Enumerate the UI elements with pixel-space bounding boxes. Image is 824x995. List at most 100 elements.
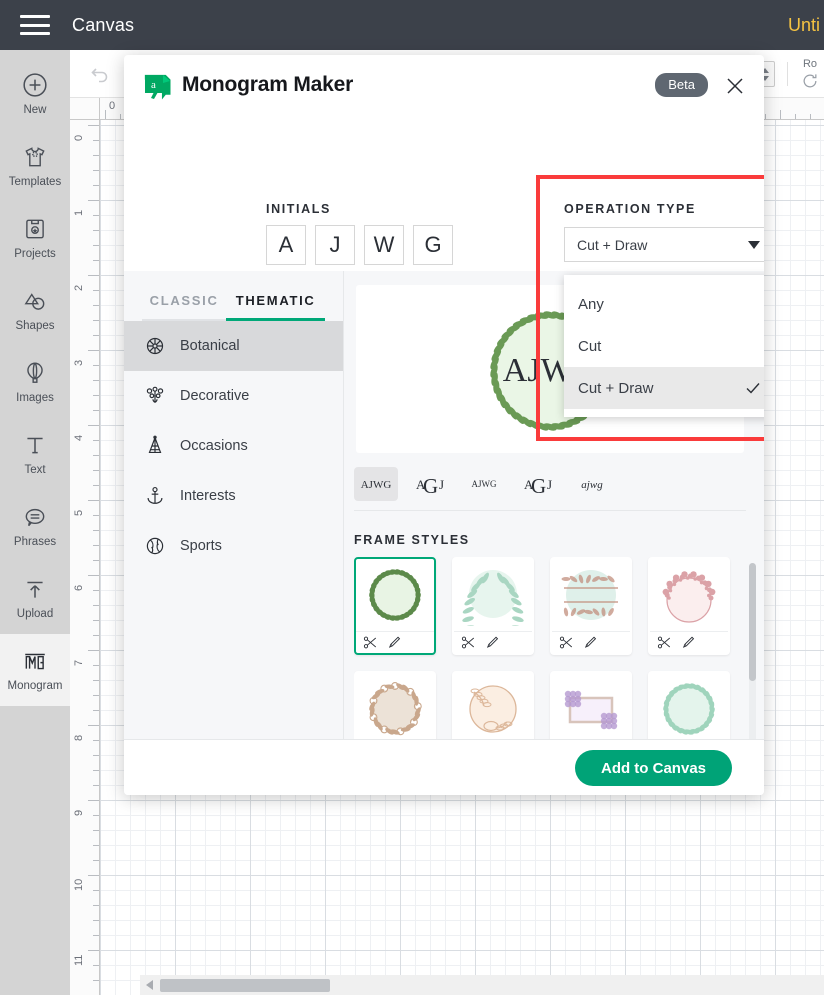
ruler-v-tick bbox=[93, 245, 99, 246]
initials-label: INITIALS bbox=[266, 202, 331, 216]
scissors-icon[interactable] bbox=[657, 635, 672, 650]
tshirt-icon bbox=[25, 147, 45, 167]
initial-input-3[interactable]: W bbox=[364, 225, 404, 265]
frame-style-card[interactable] bbox=[648, 557, 730, 655]
sidebar-label-phrases: Phrases bbox=[13, 536, 57, 548]
tab-thematic[interactable]: THEMATIC bbox=[226, 293, 325, 321]
close-icon[interactable] bbox=[724, 75, 746, 97]
ruler-v-tick bbox=[88, 200, 99, 201]
ruler-v-tick bbox=[88, 725, 99, 726]
ruler-v-tick bbox=[93, 155, 99, 156]
category-item-sports[interactable]: Sports bbox=[124, 521, 343, 571]
category-item-decorative[interactable]: Decorative bbox=[124, 371, 343, 421]
initial-input-4[interactable]: G bbox=[413, 225, 453, 265]
ruler-v-tick bbox=[93, 905, 99, 906]
ruler-v-tick bbox=[93, 845, 99, 846]
category-item-interests[interactable]: Interests bbox=[124, 471, 343, 521]
ruler-v-tick bbox=[93, 335, 99, 336]
sidebar-item-text[interactable]: Text bbox=[0, 418, 70, 490]
cricut-a-logo-icon: a bbox=[144, 74, 171, 100]
category-label: Decorative bbox=[180, 388, 250, 404]
layout-option-1[interactable]: AJWG bbox=[354, 466, 398, 501]
pen-icon[interactable] bbox=[484, 635, 499, 650]
sidebar-item-upload[interactable]: Upload bbox=[0, 562, 70, 634]
ruler-v-tick bbox=[93, 935, 99, 936]
frame-style-card[interactable] bbox=[452, 557, 534, 655]
rotate-control[interactable]: Ro bbox=[800, 58, 820, 91]
document-title[interactable]: Unti bbox=[788, 0, 824, 50]
pen-icon[interactable] bbox=[386, 635, 401, 650]
pen-icon[interactable] bbox=[582, 635, 597, 650]
ruler-v-label: 0 bbox=[73, 134, 85, 141]
category-item-occasions[interactable]: Occasions bbox=[124, 421, 343, 471]
ruler-v-tick bbox=[88, 125, 99, 126]
ruler-v-label: 1 bbox=[73, 209, 85, 216]
frame-style-card[interactable] bbox=[354, 557, 436, 655]
ruler-v-tick bbox=[93, 740, 99, 741]
horizontal-scrollbar[interactable] bbox=[140, 975, 824, 995]
sidebar-label-images: Images bbox=[16, 392, 54, 404]
frame-thumbnail bbox=[650, 673, 728, 745]
category-item-botanical[interactable]: Botanical bbox=[124, 321, 343, 371]
ruler-v-tick bbox=[93, 770, 99, 771]
operation-option-cut[interactable]: Cut bbox=[564, 325, 764, 367]
frame-style-card[interactable] bbox=[550, 557, 632, 655]
layout-option-5[interactable]: ajwg bbox=[570, 467, 614, 501]
category-label: Botanical bbox=[180, 338, 240, 354]
scroll-thumb[interactable] bbox=[160, 978, 330, 992]
scissors-icon[interactable] bbox=[363, 635, 378, 650]
ruler-h-tick bbox=[810, 114, 811, 119]
scissors-icon[interactable] bbox=[559, 635, 574, 650]
operation-type-value: Cut + Draw bbox=[577, 236, 648, 253]
sidebar-item-templates[interactable]: Templates bbox=[0, 130, 70, 202]
ruler-v-tick bbox=[93, 455, 99, 456]
frame-thumbnail bbox=[356, 673, 434, 745]
scissors-icon[interactable] bbox=[461, 635, 476, 650]
sidebar-item-projects[interactable]: Projects bbox=[0, 202, 70, 274]
top-bar: Canvas Unti bbox=[0, 0, 824, 50]
pen-icon[interactable] bbox=[680, 635, 695, 650]
frame-tools bbox=[552, 631, 630, 653]
category-label: Interests bbox=[180, 488, 236, 504]
left-rail: New Templates Projects Shapes Images Tex… bbox=[0, 50, 70, 995]
ruler-v-tick bbox=[93, 140, 99, 141]
layout-label-1: AJWG bbox=[361, 479, 392, 491]
undo-arrow-icon[interactable] bbox=[88, 62, 112, 86]
hamburger-icon[interactable] bbox=[20, 15, 50, 35]
sidebar-item-phrases[interactable]: Phrases bbox=[0, 490, 70, 562]
initial-input-2[interactable]: J bbox=[315, 225, 355, 265]
sidebar-item-monogram[interactable]: Monogram bbox=[0, 634, 70, 706]
ruler-v-label: 6 bbox=[73, 584, 85, 591]
ruler-v-tick bbox=[88, 650, 99, 651]
sidebar-label-new: New bbox=[23, 104, 47, 116]
operation-option-label: Cut bbox=[578, 337, 602, 355]
ruler-v-label: 3 bbox=[73, 359, 85, 366]
chevron-down-icon bbox=[748, 240, 760, 249]
ruler-v-tick bbox=[93, 695, 99, 696]
layout-option-2[interactable]: AGJ bbox=[408, 467, 452, 501]
sidebar-item-images[interactable]: Images bbox=[0, 346, 70, 418]
app-root: Canvas Unti New Templates Projects Shape… bbox=[0, 0, 824, 995]
operation-type-select[interactable]: Cut + Draw bbox=[564, 227, 764, 262]
add-to-canvas-button[interactable]: Add to Canvas bbox=[574, 750, 732, 786]
operation-type-label: OPERATION TYPE bbox=[564, 202, 696, 216]
operation-option-cut-draw[interactable]: Cut + Draw bbox=[564, 367, 764, 409]
ruler-v-tick bbox=[93, 980, 99, 981]
scroll-left-icon[interactable] bbox=[146, 980, 153, 990]
layout-option-3[interactable]: AJWG bbox=[462, 467, 506, 501]
ruler-v-tick bbox=[88, 350, 99, 351]
sidebar-item-new[interactable]: New bbox=[0, 58, 70, 130]
operation-option-any[interactable]: Any bbox=[564, 283, 764, 325]
ruler-v-tick bbox=[88, 575, 99, 576]
ruler-v-tick bbox=[93, 620, 99, 621]
frame-thumbnail bbox=[454, 673, 532, 745]
initial-input-1[interactable]: A bbox=[266, 225, 306, 265]
ruler-h-tick bbox=[795, 114, 796, 119]
ruler-v-tick bbox=[93, 530, 99, 531]
sidebar-item-shapes[interactable]: Shapes bbox=[0, 274, 70, 346]
ruler-v-tick bbox=[93, 365, 99, 366]
tab-classic[interactable]: CLASSIC bbox=[142, 293, 227, 321]
layout-option-4[interactable]: AGJ bbox=[516, 467, 560, 501]
category-label: Occasions bbox=[180, 438, 248, 454]
ruler-h-tick bbox=[105, 110, 106, 119]
